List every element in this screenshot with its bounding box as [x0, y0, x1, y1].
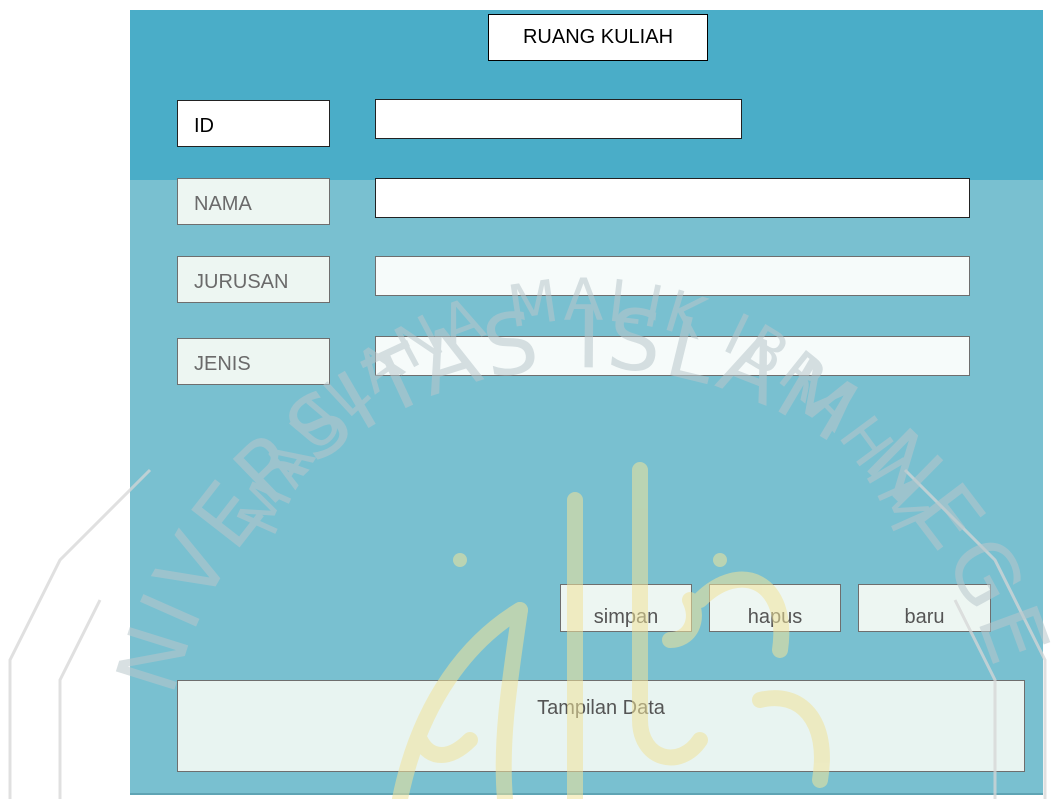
form-title: RUANG KULIAH [488, 14, 708, 61]
app-canvas: RUANG KULIAH ID NAMA JURUSAN JENIS simpa… [0, 0, 1055, 799]
data-display-area: Tampilan Data [177, 680, 1025, 772]
jurusan-label: JURUSAN [177, 256, 330, 303]
jurusan-input[interactable] [375, 256, 970, 296]
nama-label: NAMA [177, 178, 330, 225]
simpan-button[interactable]: simpan [560, 584, 692, 632]
nama-input[interactable] [375, 178, 970, 218]
id-input[interactable] [375, 99, 742, 139]
id-label: ID [177, 100, 330, 147]
baru-button[interactable]: baru [858, 584, 991, 632]
hapus-button[interactable]: hapus [709, 584, 841, 632]
ruang-kuliah-form: RUANG KULIAH ID NAMA JURUSAN JENIS simpa… [130, 10, 1043, 795]
data-display-label: Tampilan Data [537, 697, 665, 719]
jenis-input[interactable] [375, 336, 970, 376]
jenis-label: JENIS [177, 338, 330, 385]
